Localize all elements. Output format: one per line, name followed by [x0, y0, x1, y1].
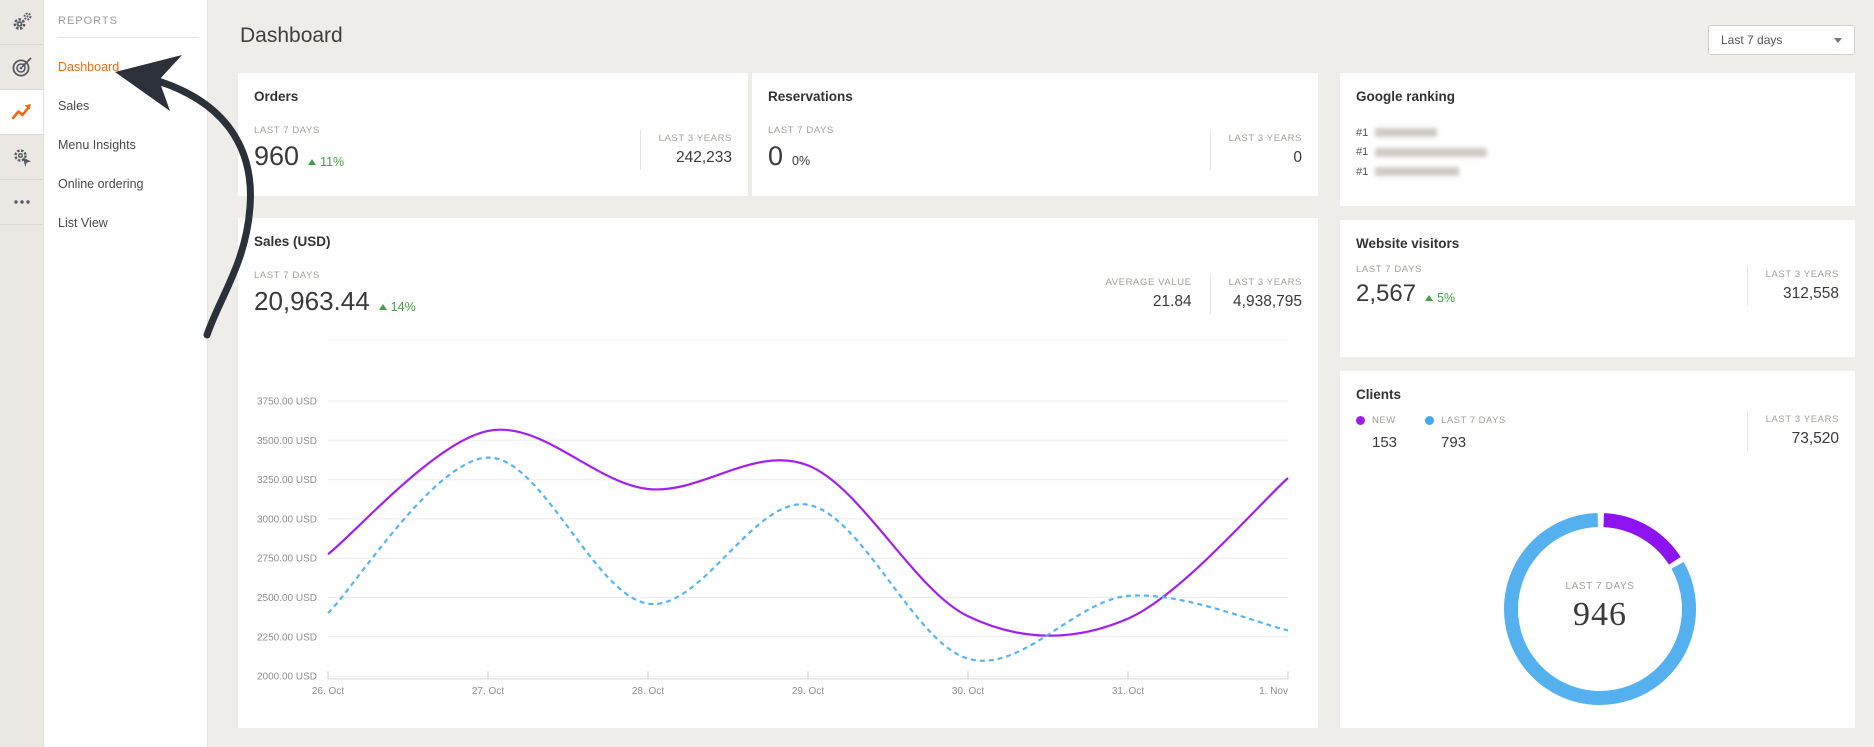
x-tick-label: 26. Oct	[312, 686, 344, 697]
rail-item-automation[interactable]	[0, 135, 43, 180]
legend-dot-blue	[1425, 416, 1434, 425]
y-tick-label: 3250.00 USD	[257, 475, 317, 486]
ranking-list: #1 #1 #1	[1356, 123, 1487, 182]
card-title: Clients	[1356, 387, 1401, 402]
y-tick-label: 3000.00 USD	[257, 514, 317, 525]
secondary-label: LAST 3 YEARS	[1766, 269, 1839, 280]
visitors-3yr-value: 312,558	[1766, 285, 1839, 303]
period-label: LAST 7 DAYS	[254, 270, 416, 281]
website-visitors-card: Website visitors LAST 7 DAYS 2,567 5% LA…	[1340, 220, 1855, 357]
reservations-card: Reservations LAST 7 DAYS 0 0% LAST 3 YEA…	[752, 73, 1318, 196]
sidebar-item-menu-insights[interactable]: Menu Insights	[44, 125, 207, 164]
average-value: 21.84	[1105, 293, 1191, 311]
y-tick-label: 2000.00 USD	[257, 672, 317, 683]
x-tick-label: 1. Nov	[1259, 686, 1288, 697]
y-tick-label: 3750.00 USD	[257, 397, 317, 408]
sidebar-item-list-view[interactable]: List View	[44, 203, 207, 242]
ranking-row: #1	[1356, 143, 1487, 163]
gears-icon	[10, 10, 34, 34]
chevron-down-icon	[1834, 38, 1842, 43]
up-arrow-icon	[308, 159, 316, 165]
sidebar-section-label: REPORTS	[44, 0, 207, 27]
legend-item-last7days: LAST 7 DAYS 793	[1425, 415, 1506, 451]
redacted-text	[1375, 167, 1459, 176]
sales-line-chart: 3750.00 USD 3500.00 USD 3250.00 USD 3000.00…	[252, 326, 1304, 716]
x-tick-label: 29. Oct	[792, 686, 824, 697]
orders-value: 960	[254, 143, 299, 170]
y-tick-label: 3500.00 USD	[257, 436, 317, 447]
orders-card: Orders LAST 7 DAYS 960 11% LAST 3 YEARS …	[238, 73, 748, 196]
automation-gear-icon	[10, 145, 34, 169]
x-tick-label: 27. Oct	[472, 686, 504, 697]
series-line-dashed	[328, 458, 1288, 661]
up-arrow-icon	[379, 304, 387, 310]
reservations-3yr-value: 0	[1229, 149, 1302, 167]
sales-delta: 14%	[379, 300, 416, 314]
sidebar-item-sales[interactable]: Sales	[44, 86, 207, 125]
rail-item-reports[interactable]	[0, 90, 43, 135]
rail-item-settings[interactable]	[0, 0, 43, 45]
page-title: Dashboard	[240, 24, 343, 48]
x-tick-label: 30. Oct	[952, 686, 984, 697]
clients-3yr-value: 73,520	[1766, 430, 1839, 448]
up-arrow-icon	[1425, 295, 1433, 301]
redacted-text	[1375, 148, 1487, 157]
icon-rail	[0, 0, 44, 747]
legend-dot-purple	[1356, 416, 1365, 425]
line-chart-icon	[10, 100, 34, 124]
x-tick-label: 28. Oct	[632, 686, 664, 697]
period-dropdown[interactable]: Last 7 days	[1708, 25, 1855, 55]
reservations-delta: 0%	[792, 154, 810, 168]
target-goal-icon	[10, 55, 34, 79]
card-title: Website visitors	[1356, 236, 1459, 251]
period-label: LAST 7 DAYS	[1356, 264, 1455, 275]
secondary-label: LAST 3 YEARS	[659, 133, 732, 144]
clients-card: Clients NEW 153 LAST 7 DAYS 793 LAST 3 Y…	[1340, 371, 1855, 728]
ranking-row: #1	[1356, 162, 1487, 182]
period-dropdown-value: Last 7 days	[1721, 33, 1782, 47]
period-label: LAST 7 DAYS	[254, 125, 344, 136]
clients-new-value: 153	[1372, 434, 1397, 451]
y-tick-label: 2500.00 USD	[257, 593, 317, 604]
donut-center-value: 946	[1573, 596, 1627, 634]
rail-item-goals[interactable]	[0, 45, 43, 90]
sales-card: Sales (USD) LAST 7 DAYS 20,963.44 14% AV…	[238, 218, 1318, 728]
visitors-delta: 5%	[1425, 291, 1455, 305]
secondary-label: LAST 3 YEARS	[1766, 414, 1839, 425]
sidebar-item-online-ordering[interactable]: Online ordering	[44, 164, 207, 203]
redacted-text	[1375, 128, 1437, 137]
period-label: LAST 7 DAYS	[768, 125, 834, 136]
google-ranking-card: Google ranking #1 #1 #1	[1340, 73, 1855, 206]
average-value-label: AVERAGE VALUE	[1105, 277, 1191, 288]
sidebar: REPORTS Dashboard Sales Menu Insights On…	[44, 0, 208, 747]
orders-delta: 11%	[308, 155, 344, 169]
secondary-label: LAST 3 YEARS	[1229, 277, 1302, 288]
reservations-value: 0	[768, 143, 783, 170]
donut-center-label: LAST 7 DAYS	[1565, 581, 1634, 592]
card-title: Orders	[254, 89, 298, 104]
clients-last7-value: 793	[1441, 434, 1506, 451]
more-dots-icon	[10, 190, 34, 214]
card-title: Google ranking	[1356, 89, 1455, 104]
card-title: Reservations	[768, 89, 853, 104]
legend-item-new: NEW 153	[1356, 415, 1397, 451]
ranking-row: #1	[1356, 123, 1487, 143]
secondary-label: LAST 3 YEARS	[1229, 133, 1302, 144]
x-tick-label: 31. Oct	[1112, 686, 1144, 697]
y-tick-label: 2250.00 USD	[257, 632, 317, 643]
card-title: Sales (USD)	[254, 234, 331, 249]
sidebar-item-dashboard[interactable]: Dashboard	[44, 47, 207, 86]
orders-3yr-value: 242,233	[659, 149, 732, 167]
rail-item-more[interactable]	[0, 180, 43, 225]
sales-3yr-value: 4,938,795	[1229, 293, 1302, 311]
sales-value: 20,963.44	[254, 288, 370, 314]
visitors-value: 2,567	[1356, 282, 1416, 306]
y-tick-label: 2750.00 USD	[257, 554, 317, 565]
clients-donut-chart: LAST 7 DAYS 946	[1490, 497, 1710, 717]
